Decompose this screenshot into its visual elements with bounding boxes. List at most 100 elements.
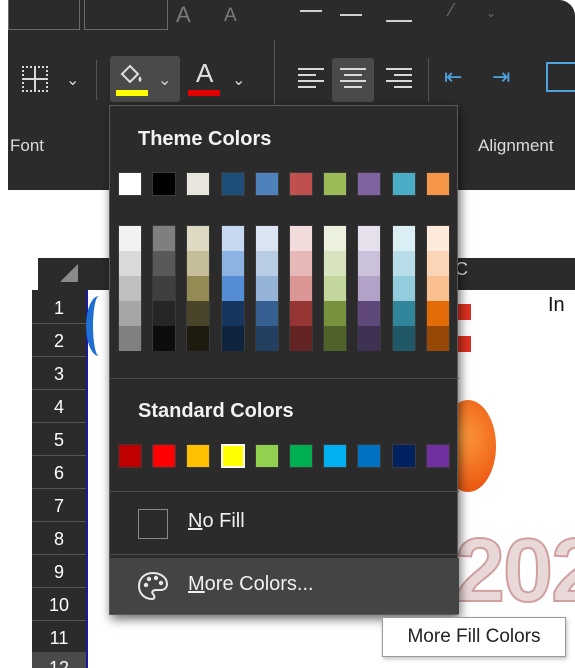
theme-shade-swatch[interactable] <box>221 251 244 276</box>
theme-shade-swatch[interactable] <box>255 276 278 301</box>
theme-shade-swatch[interactable] <box>358 326 381 351</box>
theme-shade-swatch[interactable] <box>324 251 347 276</box>
align-center-icon[interactable] <box>340 68 366 90</box>
theme-shade-swatch[interactable] <box>324 276 347 301</box>
theme-shade-swatch[interactable] <box>358 301 381 326</box>
standard-color-swatch[interactable] <box>118 444 142 468</box>
row-header[interactable]: 12 <box>32 652 86 668</box>
font-color-icon[interactable]: A <box>196 58 213 89</box>
theme-color-swatch[interactable] <box>323 172 348 196</box>
standard-color-swatch[interactable] <box>219 443 246 469</box>
theme-shade-swatch[interactable] <box>187 301 210 326</box>
standard-color-swatch[interactable] <box>152 444 177 468</box>
row-header[interactable]: 11 <box>32 622 86 654</box>
orientation-chevron-icon[interactable]: ⌄ <box>486 6 496 20</box>
theme-shade-swatch[interactable] <box>119 226 141 251</box>
theme-shade-swatch[interactable] <box>358 251 381 276</box>
red-shape[interactable] <box>457 304 471 320</box>
theme-color-swatch[interactable] <box>254 172 279 196</box>
theme-shade-swatch[interactable] <box>221 326 244 351</box>
theme-shade-swatch[interactable] <box>290 226 312 251</box>
theme-shade-swatch[interactable] <box>255 226 278 251</box>
standard-color-swatch[interactable] <box>357 444 382 468</box>
theme-color-swatch[interactable] <box>357 172 382 196</box>
row-header[interactable]: 2 <box>32 325 86 357</box>
decrease-indent-icon[interactable]: ⇤ <box>444 64 462 90</box>
row-header[interactable]: 8 <box>32 523 86 555</box>
red-shape[interactable] <box>457 336 471 352</box>
row-header[interactable]: 9 <box>32 556 86 588</box>
theme-shade-swatch[interactable] <box>392 226 415 251</box>
theme-shade-swatch[interactable] <box>290 276 312 301</box>
theme-shade-swatch[interactable] <box>426 276 449 301</box>
row-header[interactable]: 6 <box>32 457 86 489</box>
align-left-icon[interactable] <box>298 68 324 90</box>
theme-shade-swatch[interactable] <box>426 226 449 251</box>
standard-color-swatch[interactable] <box>425 444 450 468</box>
row-header[interactable]: 1 <box>32 292 86 324</box>
theme-shade-swatch[interactable] <box>392 276 415 301</box>
row-header[interactable]: 7 <box>32 490 86 522</box>
standard-color-swatch[interactable] <box>323 444 348 468</box>
theme-shade-swatch[interactable] <box>221 276 244 301</box>
theme-shade-swatch[interactable] <box>153 251 176 276</box>
theme-color-swatch[interactable] <box>152 172 177 196</box>
theme-shade-swatch[interactable] <box>153 301 176 326</box>
theme-shade-swatch[interactable] <box>119 276 141 301</box>
standard-color-swatch[interactable] <box>289 444 313 468</box>
standard-color-swatch[interactable] <box>391 444 416 468</box>
row-header[interactable]: 3 <box>32 358 86 390</box>
row-header[interactable]: 5 <box>32 424 86 456</box>
theme-shade-swatch[interactable] <box>119 251 141 276</box>
theme-shade-swatch[interactable] <box>119 301 141 326</box>
wrap-text-icon[interactable] <box>546 62 575 92</box>
theme-shade-swatch[interactable] <box>255 301 278 326</box>
theme-shade-swatch[interactable] <box>187 326 210 351</box>
more-colors-item[interactable]: More Colors... <box>110 558 459 614</box>
align-middle-icon[interactable] <box>340 14 362 16</box>
font-color-chevron-icon[interactable]: ⌄ <box>232 70 245 90</box>
theme-shade-swatch[interactable] <box>119 326 141 351</box>
paint-bucket-icon[interactable] <box>116 62 148 88</box>
theme-shade-swatch[interactable] <box>153 276 176 301</box>
fill-color-chevron-icon[interactable]: ⌄ <box>158 70 171 90</box>
theme-shade-swatch[interactable] <box>324 226 347 251</box>
theme-color-swatch[interactable] <box>391 172 416 196</box>
theme-shade-swatch[interactable] <box>221 301 244 326</box>
no-fill-item[interactable]: No Fill <box>110 495 459 551</box>
font-size-box[interactable] <box>84 0 168 30</box>
grow-font-button[interactable]: A <box>176 2 191 28</box>
theme-shade-swatch[interactable] <box>426 301 449 326</box>
theme-color-swatch[interactable] <box>118 172 142 196</box>
theme-shade-swatch[interactable] <box>392 301 415 326</box>
theme-color-swatch[interactable] <box>220 172 245 196</box>
theme-shade-swatch[interactable] <box>426 326 449 351</box>
theme-color-swatch[interactable] <box>289 172 313 196</box>
shrink-font-button[interactable]: A <box>224 5 237 27</box>
theme-shade-swatch[interactable] <box>358 276 381 301</box>
theme-shade-swatch[interactable] <box>426 251 449 276</box>
theme-shade-swatch[interactable] <box>392 326 415 351</box>
font-name-box[interactable] <box>8 0 80 30</box>
theme-shade-swatch[interactable] <box>290 326 312 351</box>
increase-indent-icon[interactable]: ⇥ <box>492 64 510 90</box>
theme-shade-swatch[interactable] <box>392 251 415 276</box>
theme-shade-swatch[interactable] <box>255 251 278 276</box>
standard-color-swatch[interactable] <box>186 444 211 468</box>
theme-shade-swatch[interactable] <box>153 326 176 351</box>
theme-shade-swatch[interactable] <box>255 326 278 351</box>
theme-shade-swatch[interactable] <box>187 251 210 276</box>
theme-shade-swatch[interactable] <box>358 226 381 251</box>
orientation-icon[interactable]: ⁄ <box>450 0 453 21</box>
select-all-corner[interactable] <box>60 264 78 282</box>
theme-color-swatch[interactable] <box>186 172 211 196</box>
theme-shade-swatch[interactable] <box>187 276 210 301</box>
align-right-icon[interactable] <box>386 68 412 90</box>
theme-shade-swatch[interactable] <box>324 326 347 351</box>
theme-color-swatch[interactable] <box>425 172 450 196</box>
row-header[interactable]: 10 <box>32 589 86 621</box>
theme-shade-swatch[interactable] <box>187 226 210 251</box>
year-text-art[interactable]: 202 <box>454 520 575 623</box>
row-header[interactable]: 4 <box>32 391 86 423</box>
borders-icon[interactable] <box>22 66 48 92</box>
